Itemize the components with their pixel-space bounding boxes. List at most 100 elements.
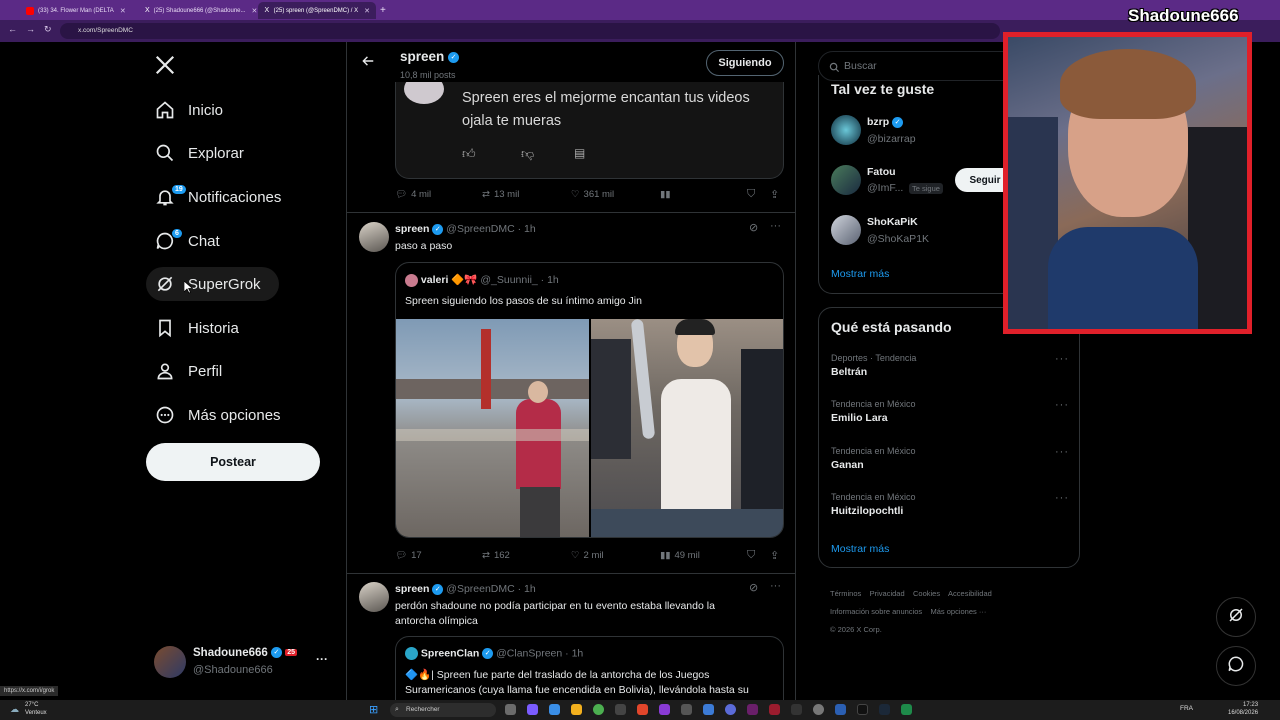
sidebar-item-mas-opciones[interactable]: Más opciones bbox=[146, 398, 281, 432]
suggestion-name[interactable]: Fatou bbox=[867, 166, 896, 178]
app-icon[interactable] bbox=[901, 704, 912, 715]
sidebar-item-explorar[interactable]: Explorar bbox=[146, 136, 244, 170]
trend-item[interactable]: Deportes · Tendencia Beltrán bbox=[831, 353, 1069, 378]
bookmark-button[interactable]: ⛉ bbox=[747, 549, 755, 562]
following-button[interactable]: Siguiendo bbox=[706, 50, 784, 76]
app-icon[interactable] bbox=[835, 704, 846, 715]
author-name[interactable]: spreen bbox=[395, 583, 429, 595]
show-more-link[interactable]: Mostrar más bbox=[831, 268, 889, 280]
new-tab-button[interactable]: + bbox=[378, 2, 392, 19]
reply-button[interactable]: 💬︎ 17 bbox=[395, 550, 422, 561]
suggestion-name[interactable]: bzrp bbox=[867, 116, 889, 128]
more-dots-icon[interactable]: ··· bbox=[1055, 446, 1069, 458]
tweet-time[interactable]: · 1h bbox=[518, 583, 536, 595]
steam-icon[interactable] bbox=[879, 704, 890, 715]
grok-icon[interactable]: ⊘ bbox=[749, 581, 758, 594]
close-icon[interactable]: ✕ bbox=[252, 7, 258, 15]
app-icon[interactable] bbox=[725, 704, 736, 715]
grok-float-button[interactable] bbox=[1216, 597, 1256, 637]
reload-icon[interactable]: ↻ bbox=[44, 24, 52, 35]
author-handle[interactable]: @SpreenDMC bbox=[446, 223, 514, 235]
grok-icon[interactable]: ⊘ bbox=[749, 221, 758, 234]
back-arrow-icon[interactable] bbox=[361, 54, 375, 73]
trend-item[interactable]: Tendencia en México Emilio Lara bbox=[831, 399, 1069, 424]
browser-tab-spreen[interactable]: X (25) spreen (@SpreenDMC) / X ✕ bbox=[258, 2, 376, 19]
input-language[interactable]: FRA bbox=[1180, 705, 1193, 712]
app-icon[interactable] bbox=[681, 704, 692, 715]
app-icon[interactable] bbox=[549, 704, 560, 715]
retweet-button[interactable]: ⇄ 13 mil bbox=[482, 189, 519, 200]
app-icon[interactable] bbox=[703, 704, 714, 715]
author-handle[interactable]: @SpreenDMC bbox=[446, 583, 514, 595]
task-view-icon[interactable] bbox=[505, 704, 516, 715]
footer-link[interactable]: Más opciones ··· bbox=[930, 607, 986, 616]
app-icon[interactable] bbox=[659, 704, 670, 715]
footer-link[interactable]: Privacidad bbox=[870, 589, 905, 598]
avatar[interactable] bbox=[831, 115, 861, 145]
more-dots-icon[interactable]: ··· bbox=[1055, 353, 1069, 365]
app-icon[interactable] bbox=[527, 704, 538, 715]
app-icon[interactable] bbox=[791, 704, 802, 715]
suggestion-name[interactable]: ShoKaPiK bbox=[867, 216, 918, 228]
views-button[interactable]: ▮▮ bbox=[660, 189, 670, 200]
account-switcher[interactable]: Shadoune666 ✓ 25 @Shadoune666 ··· bbox=[146, 640, 342, 684]
x-logo-icon[interactable] bbox=[154, 54, 176, 81]
like-button[interactable]: ♡ 361 mil bbox=[571, 189, 614, 200]
back-icon[interactable]: ← bbox=[8, 24, 17, 34]
sidebar-item-inicio[interactable]: Inicio bbox=[146, 93, 223, 127]
avatar[interactable] bbox=[359, 582, 389, 612]
avatar[interactable] bbox=[359, 222, 389, 252]
browser-tab-youtube[interactable]: (33) 34. Flower Man (DELTA ✕ bbox=[20, 2, 138, 19]
quoted-tweet[interactable]: SpreenClan ✓ @ClanSpreen · 1h 🔷🔥| Spreen… bbox=[395, 636, 784, 700]
close-icon[interactable]: ✕ bbox=[364, 7, 370, 15]
like-button[interactable]: ♡ 2 mil bbox=[571, 550, 604, 561]
footer-link[interactable]: Información sobre anuncios bbox=[830, 607, 922, 616]
forward-icon[interactable]: → bbox=[26, 24, 35, 34]
share-button[interactable]: ⇪ bbox=[770, 549, 779, 562]
trend-item[interactable]: Tendencia en México Ganan bbox=[831, 446, 1069, 471]
sidebar-item-historia[interactable]: Historia bbox=[146, 311, 239, 345]
sidebar-item-perfil[interactable]: Perfil bbox=[146, 354, 222, 388]
reply-button[interactable]: 💬︎ 4 mil bbox=[395, 189, 431, 200]
app-icon[interactable] bbox=[769, 704, 780, 715]
messages-float-button[interactable] bbox=[1216, 646, 1256, 686]
more-dots-icon[interactable]: ··· bbox=[316, 652, 328, 666]
show-more-link[interactable]: Mostrar más bbox=[831, 543, 889, 555]
more-dots-icon[interactable]: ··· bbox=[1055, 399, 1069, 411]
tweet-time[interactable]: · 1h bbox=[518, 223, 536, 235]
weather-widget[interactable]: 27°C Venteux bbox=[25, 701, 47, 717]
app-icon[interactable] bbox=[615, 704, 626, 715]
footer-link[interactable]: Cookies bbox=[913, 589, 940, 598]
search-input[interactable]: Buscar bbox=[844, 60, 877, 72]
app-icon[interactable] bbox=[747, 704, 758, 715]
tiktok-icon[interactable] bbox=[857, 704, 868, 715]
taskbar-search-input[interactable]: ⌕ Rechercher bbox=[390, 703, 496, 717]
app-icon[interactable] bbox=[637, 704, 648, 715]
tweet-photo-right[interactable] bbox=[591, 319, 783, 537]
sidebar-item-chat[interactable]: 6 Chat bbox=[146, 224, 220, 258]
more-dots-icon[interactable]: ··· bbox=[770, 580, 781, 592]
more-dots-icon[interactable]: ··· bbox=[770, 220, 781, 232]
close-icon[interactable]: ✕ bbox=[120, 7, 126, 15]
url-input[interactable]: x.com/SpreenDMC bbox=[60, 23, 1000, 39]
windows-start-icon[interactable]: ⊞ bbox=[369, 703, 378, 716]
more-dots-icon[interactable]: ··· bbox=[1055, 492, 1069, 504]
avatar[interactable] bbox=[831, 165, 861, 195]
tweet-photo-left[interactable] bbox=[396, 319, 589, 537]
retweet-button[interactable]: ⇄ 162 bbox=[482, 550, 510, 561]
bookmark-button[interactable]: ⛉ bbox=[747, 188, 755, 201]
avatar[interactable] bbox=[831, 215, 861, 245]
trend-item[interactable]: Tendencia en México Huitzilopochtli bbox=[831, 492, 1069, 517]
quoted-image-card[interactable]: Spreen eres el mejorme encantan tus vide… bbox=[395, 82, 784, 179]
sidebar-item-notificaciones[interactable]: 19 Notificaciones bbox=[146, 180, 281, 214]
author-name[interactable]: spreen bbox=[395, 223, 429, 235]
sidebar-item-supergrok[interactable]: SuperGrok bbox=[146, 267, 279, 301]
clock[interactable]: 17:23 16/08/2026 bbox=[1228, 701, 1258, 717]
folder-icon[interactable] bbox=[571, 704, 582, 715]
views-button[interactable]: ▮▮ 49 mil bbox=[660, 550, 700, 561]
browser-tab-shadoune[interactable]: X (25) Shadoune666 (@Shadoune... ✕ bbox=[139, 2, 257, 19]
quoted-tweet[interactable]: valeri 🔶🎀 @_Suunnii_ · 1h Spreen siguien… bbox=[395, 262, 784, 538]
footer-link[interactable]: Accesibilidad bbox=[948, 589, 992, 598]
footer-link[interactable]: Términos bbox=[830, 589, 861, 598]
chrome-icon[interactable] bbox=[593, 704, 604, 715]
